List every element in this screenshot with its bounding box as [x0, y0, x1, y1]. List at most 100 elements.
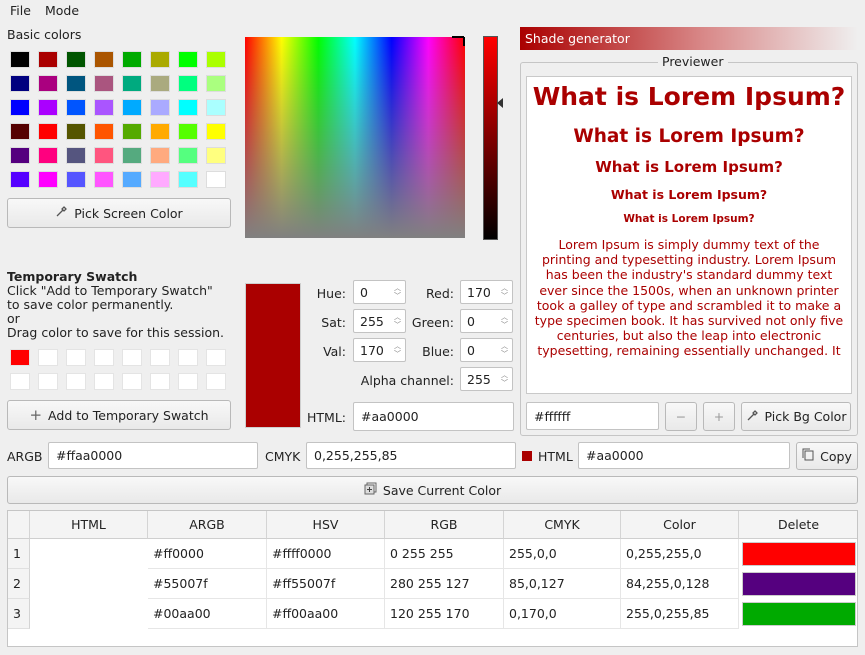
basic-color-swatch[interactable]	[10, 171, 30, 188]
shade-generator-bar[interactable]: Shade generator	[520, 27, 858, 50]
basic-color-swatch[interactable]	[122, 51, 142, 68]
basic-color-swatch[interactable]	[94, 123, 114, 140]
column-header-hsv[interactable]: HSV	[267, 511, 385, 539]
table-cell-argb[interactable]: #ffff0000	[267, 539, 385, 569]
spin-arrows-icon[interactable]: ︿ ﹀	[501, 284, 508, 300]
temp-swatch-slot[interactable]	[206, 373, 226, 390]
blue-spinbox[interactable]: 0 ︿ ﹀	[460, 338, 513, 362]
basic-color-swatch[interactable]	[66, 123, 86, 140]
red-spinbox[interactable]: 170 ︿ ﹀	[460, 280, 513, 304]
column-header-argb[interactable]: ARGB	[148, 511, 267, 539]
temp-swatch-slot[interactable]	[178, 349, 198, 366]
value-slider[interactable]	[483, 36, 498, 240]
basic-color-swatch[interactable]	[66, 51, 86, 68]
temp-swatch-slot[interactable]	[122, 349, 142, 366]
column-header-rgb[interactable]: RGB	[385, 511, 504, 539]
value-slider-arrow-icon[interactable]	[497, 98, 504, 108]
basic-color-swatch[interactable]	[10, 147, 30, 164]
basic-color-swatch[interactable]	[122, 123, 142, 140]
basic-color-swatch[interactable]	[66, 75, 86, 92]
argb-input[interactable]: #ffaa0000	[48, 442, 258, 469]
table-cell-cmyk[interactable]: 84,255,0,128	[621, 569, 739, 599]
basic-color-swatch[interactable]	[94, 75, 114, 92]
row-number[interactable]: 3	[8, 599, 30, 629]
spin-arrows-icon[interactable]: ︿ ﹀	[394, 342, 401, 358]
green-spinbox[interactable]: 0 ︿ ﹀	[460, 309, 513, 333]
spin-arrows-icon[interactable]: ︿ ﹀	[394, 313, 401, 329]
basic-color-swatch[interactable]	[178, 147, 198, 164]
copy-button[interactable]: Copy	[796, 442, 858, 470]
spin-arrows-icon[interactable]: ︿ ﹀	[501, 342, 508, 358]
alpha-spinbox[interactable]: 255 ︿ ﹀	[460, 367, 513, 391]
table-cell-cmyk[interactable]: 0,255,255,0	[621, 539, 739, 569]
table-cell-argb[interactable]: #ff55007f	[267, 569, 385, 599]
shade-minus-button[interactable]: −	[665, 402, 697, 431]
basic-color-swatch[interactable]	[206, 123, 226, 140]
spin-arrows-icon[interactable]: ︿ ﹀	[501, 371, 508, 387]
temp-swatch-slot[interactable]	[66, 349, 86, 366]
basic-color-swatch[interactable]	[150, 171, 170, 188]
hue-spinbox[interactable]: 0 ︿ ﹀	[353, 280, 406, 304]
basic-color-swatch[interactable]	[66, 147, 86, 164]
basic-color-swatch[interactable]	[150, 51, 170, 68]
shade-plus-button[interactable]: +	[703, 402, 735, 431]
basic-color-swatch[interactable]	[10, 75, 30, 92]
column-header-cmyk[interactable]: CMYK	[504, 511, 621, 539]
table-cell-cmyk[interactable]: 255,0,255,85	[621, 599, 739, 629]
basic-color-swatch[interactable]	[150, 75, 170, 92]
column-header-html[interactable]: HTML	[30, 511, 148, 539]
save-current-color-button[interactable]: Save Current Color	[7, 476, 858, 504]
basic-color-swatch[interactable]	[10, 123, 30, 140]
basic-color-swatch[interactable]	[122, 99, 142, 116]
table-cell-html[interactable]: #55007f	[148, 569, 267, 599]
basic-color-swatch[interactable]	[178, 75, 198, 92]
basic-color-swatch[interactable]	[38, 75, 58, 92]
basic-color-swatch[interactable]	[122, 75, 142, 92]
val-spinbox[interactable]: 170 ︿ ﹀	[353, 338, 406, 362]
temp-swatch-slot[interactable]	[122, 373, 142, 390]
basic-color-swatch[interactable]	[206, 75, 226, 92]
temp-swatch-slot[interactable]	[94, 349, 114, 366]
basic-color-swatch[interactable]	[122, 171, 142, 188]
basic-color-swatch[interactable]	[38, 99, 58, 116]
basic-color-swatch[interactable]	[38, 123, 58, 140]
basic-color-swatch[interactable]	[10, 99, 30, 116]
table-cell-rgb[interactable]: 0,170,0	[504, 599, 621, 629]
spin-arrows-icon[interactable]: ︿ ﹀	[501, 313, 508, 329]
basic-color-swatch[interactable]	[66, 171, 86, 188]
cmyk-input[interactable]: 0,255,255,85	[306, 442, 516, 469]
basic-color-swatch[interactable]	[38, 147, 58, 164]
temp-swatch-slot[interactable]	[150, 349, 170, 366]
row-number[interactable]: 2	[8, 569, 30, 599]
pick-screen-color-button[interactable]: Pick Screen Color	[7, 198, 231, 228]
temp-swatch-slot[interactable]	[10, 349, 30, 366]
basic-color-swatch[interactable]	[38, 171, 58, 188]
basic-color-swatch[interactable]	[178, 51, 198, 68]
basic-color-swatch[interactable]	[66, 99, 86, 116]
format-html-input[interactable]: #aa0000	[578, 442, 790, 469]
table-cell-hsv[interactable]: 120 255 170	[385, 599, 504, 629]
table-cell-rgb[interactable]: 85,0,127	[504, 569, 621, 599]
spin-arrows-icon[interactable]: ︿ ﹀	[394, 284, 401, 300]
temp-swatch-slot[interactable]	[94, 373, 114, 390]
basic-color-swatch[interactable]	[178, 99, 198, 116]
basic-color-swatch[interactable]	[150, 123, 170, 140]
basic-color-swatch[interactable]	[150, 99, 170, 116]
basic-color-swatch[interactable]	[206, 147, 226, 164]
column-header-delete[interactable]: Delete	[739, 511, 857, 539]
column-header-color[interactable]: Color	[621, 511, 739, 539]
basic-color-swatch[interactable]	[94, 51, 114, 68]
temp-swatch-slot[interactable]	[178, 373, 198, 390]
sat-spinbox[interactable]: 255 ︿ ﹀	[353, 309, 406, 333]
basic-color-swatch[interactable]	[206, 99, 226, 116]
table-cell-hsv[interactable]: 0 255 255	[385, 539, 504, 569]
menu-file[interactable]: File	[10, 3, 31, 18]
hue-saturation-picker[interactable]	[245, 36, 465, 238]
basic-color-swatch[interactable]	[122, 147, 142, 164]
basic-color-swatch[interactable]	[38, 51, 58, 68]
row-number[interactable]: 1	[8, 539, 30, 569]
bg-color-input[interactable]: #ffffff	[526, 402, 659, 430]
temp-swatch-slot[interactable]	[38, 349, 58, 366]
menu-mode[interactable]: Mode	[45, 3, 79, 18]
basic-color-swatch[interactable]	[178, 123, 198, 140]
